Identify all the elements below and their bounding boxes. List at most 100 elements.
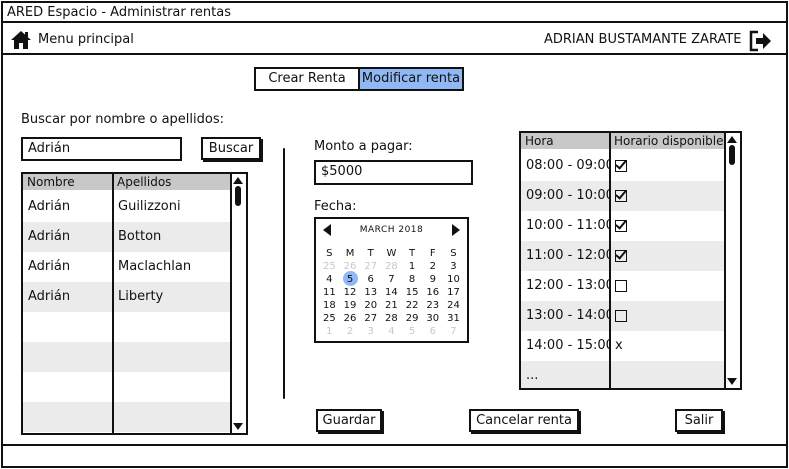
scroll-thumb[interactable] xyxy=(729,145,735,165)
checkbox-checked[interactable] xyxy=(615,219,627,232)
calendar-day[interactable]: 25 xyxy=(319,312,340,325)
calendar-day[interactable]: 1 xyxy=(319,325,340,338)
calendar-day[interactable]: 7 xyxy=(443,325,464,338)
amount-input[interactable]: $5000 xyxy=(314,160,473,185)
exit-button[interactable]: Salir xyxy=(675,409,723,432)
table-row[interactable] xyxy=(23,402,232,432)
calendar-week: 4 5 6 7 8 9 10 xyxy=(319,271,464,286)
calendar-day[interactable]: 8 xyxy=(402,273,423,286)
calendar-day[interactable]: 30 xyxy=(422,312,443,325)
cell-disponible: x xyxy=(610,331,726,361)
scroll-up-icon[interactable] xyxy=(727,136,737,143)
checkbox-checked[interactable] xyxy=(615,189,627,202)
calendar-day[interactable]: 26 xyxy=(340,260,361,273)
column-header-hora[interactable]: Hora xyxy=(521,133,610,149)
scroll-thumb[interactable] xyxy=(235,186,241,206)
table-row[interactable]: 14:00 - 15:00 x xyxy=(521,331,726,361)
calendar-day[interactable]: 24 xyxy=(443,299,464,312)
clients-scrollbar[interactable] xyxy=(230,174,246,433)
table-row[interactable]: Adrián Liberty xyxy=(23,282,232,312)
calendar-day[interactable]: 21 xyxy=(381,299,402,312)
scroll-down-icon[interactable] xyxy=(727,378,737,385)
checkbox-checked[interactable] xyxy=(615,249,627,262)
calendar-day[interactable]: 4 xyxy=(319,273,340,286)
calendar-day[interactable]: 29 xyxy=(402,312,423,325)
table-row[interactable]: Adrián Guilizzoni xyxy=(23,192,232,222)
calendar-day[interactable]: 18 xyxy=(319,299,340,312)
calendar-day[interactable]: 16 xyxy=(422,286,443,299)
calendar-day[interactable]: 22 xyxy=(402,299,423,312)
calendar-day[interactable]: 3 xyxy=(443,260,464,273)
calendar-day[interactable]: 14 xyxy=(381,286,402,299)
save-button[interactable]: Guardar xyxy=(316,409,382,432)
unavailable-mark: x xyxy=(615,338,623,353)
table-row[interactable]: 10:00 - 11:00 xyxy=(521,211,726,241)
calendar-day[interactable]: 11 xyxy=(319,286,340,299)
calendar-day-number: 29 xyxy=(405,313,419,324)
table-row[interactable]: 13:00 - 14:00 xyxy=(521,301,726,331)
checkbox-checked[interactable] xyxy=(615,159,627,172)
table-row[interactable] xyxy=(23,342,232,372)
checkbox-unchecked[interactable] xyxy=(615,309,627,322)
calendar-day[interactable]: 10 xyxy=(443,273,464,286)
home-link[interactable]: Menu principal xyxy=(38,32,134,47)
calendar-day[interactable]: 5 xyxy=(402,325,423,338)
table-row[interactable]: Adrián Botton xyxy=(23,222,232,252)
tab-crear-renta[interactable]: Crear Renta xyxy=(256,69,360,89)
calendar-day[interactable]: 2 xyxy=(340,325,361,338)
calendar-day[interactable]: 23 xyxy=(422,299,443,312)
table-row[interactable] xyxy=(23,372,232,402)
home-icon[interactable] xyxy=(10,30,32,50)
calendar-day-number: 6 xyxy=(367,274,374,285)
calendar-day-number: 14 xyxy=(385,287,398,298)
calendar-day[interactable]: 25 xyxy=(319,260,340,273)
table-row[interactable]: Adrián Maclachlan xyxy=(23,252,232,282)
calendar-day[interactable]: 28 xyxy=(381,312,402,325)
checkbox-unchecked[interactable] xyxy=(615,279,627,292)
clients-table-header: Nombre Apellidos xyxy=(23,174,232,190)
calendar-day-selected[interactable]: 5 xyxy=(340,271,361,286)
column-header-nombre[interactable]: Nombre xyxy=(23,174,113,190)
calendar-day-number: 8 xyxy=(408,274,416,285)
scroll-up-icon[interactable] xyxy=(233,177,243,184)
next-month-icon[interactable] xyxy=(452,224,460,236)
table-row[interactable]: 09:00 - 10:00 xyxy=(521,181,726,211)
search-button[interactable]: Buscar xyxy=(201,137,261,160)
calendar-day[interactable]: 6 xyxy=(360,273,381,286)
calendar-day[interactable]: 1 xyxy=(402,260,423,273)
table-row[interactable]: ... xyxy=(521,361,726,388)
calendar-day[interactable]: 7 xyxy=(381,273,402,286)
table-row[interactable]: 11:00 - 12:00 xyxy=(521,241,726,271)
date-label: Fecha: xyxy=(314,199,357,214)
calendar-day[interactable]: 9 xyxy=(422,273,443,286)
calendar-day[interactable]: 2 xyxy=(422,260,443,273)
calendar-day[interactable]: 17 xyxy=(443,286,464,299)
calendar-day[interactable]: 19 xyxy=(340,299,361,312)
logout-icon[interactable] xyxy=(749,30,773,52)
date-calendar[interactable]: MARCH 2018 S M T W T F S 25 26 27 28 1 2 3 4 5 6 7… xyxy=(314,217,469,343)
calendar-day-number: 1 xyxy=(408,261,416,272)
column-header-apellidos[interactable]: Apellidos xyxy=(113,174,232,190)
calendar-day[interactable]: 27 xyxy=(360,312,381,325)
scroll-down-icon[interactable] xyxy=(233,423,243,430)
calendar-day[interactable]: 3 xyxy=(360,325,381,338)
calendar-day[interactable]: 31 xyxy=(443,312,464,325)
calendar-day[interactable]: 26 xyxy=(340,312,361,325)
calendar-day[interactable]: 6 xyxy=(422,325,443,338)
cell-apellidos xyxy=(113,312,232,342)
search-input[interactable]: Adrián xyxy=(21,137,182,161)
calendar-day[interactable]: 13 xyxy=(360,286,381,299)
table-row[interactable]: 08:00 - 09:00 xyxy=(521,151,726,181)
tab-modificar-renta[interactable]: Modificar renta xyxy=(360,69,462,89)
calendar-day[interactable]: 12 xyxy=(340,286,361,299)
calendar-day[interactable]: 27 xyxy=(360,260,381,273)
calendar-day[interactable]: 4 xyxy=(381,325,402,338)
cancel-rent-button[interactable]: Cancelar renta xyxy=(469,409,579,432)
table-row[interactable]: 12:00 - 13:00 xyxy=(521,271,726,301)
schedule-scrollbar[interactable] xyxy=(724,133,740,388)
table-row[interactable] xyxy=(23,312,232,342)
column-header-horario[interactable]: Horario disponibles xyxy=(610,133,730,149)
calendar-day[interactable]: 28 xyxy=(381,260,402,273)
calendar-day[interactable]: 20 xyxy=(360,299,381,312)
calendar-day[interactable]: 15 xyxy=(402,286,423,299)
